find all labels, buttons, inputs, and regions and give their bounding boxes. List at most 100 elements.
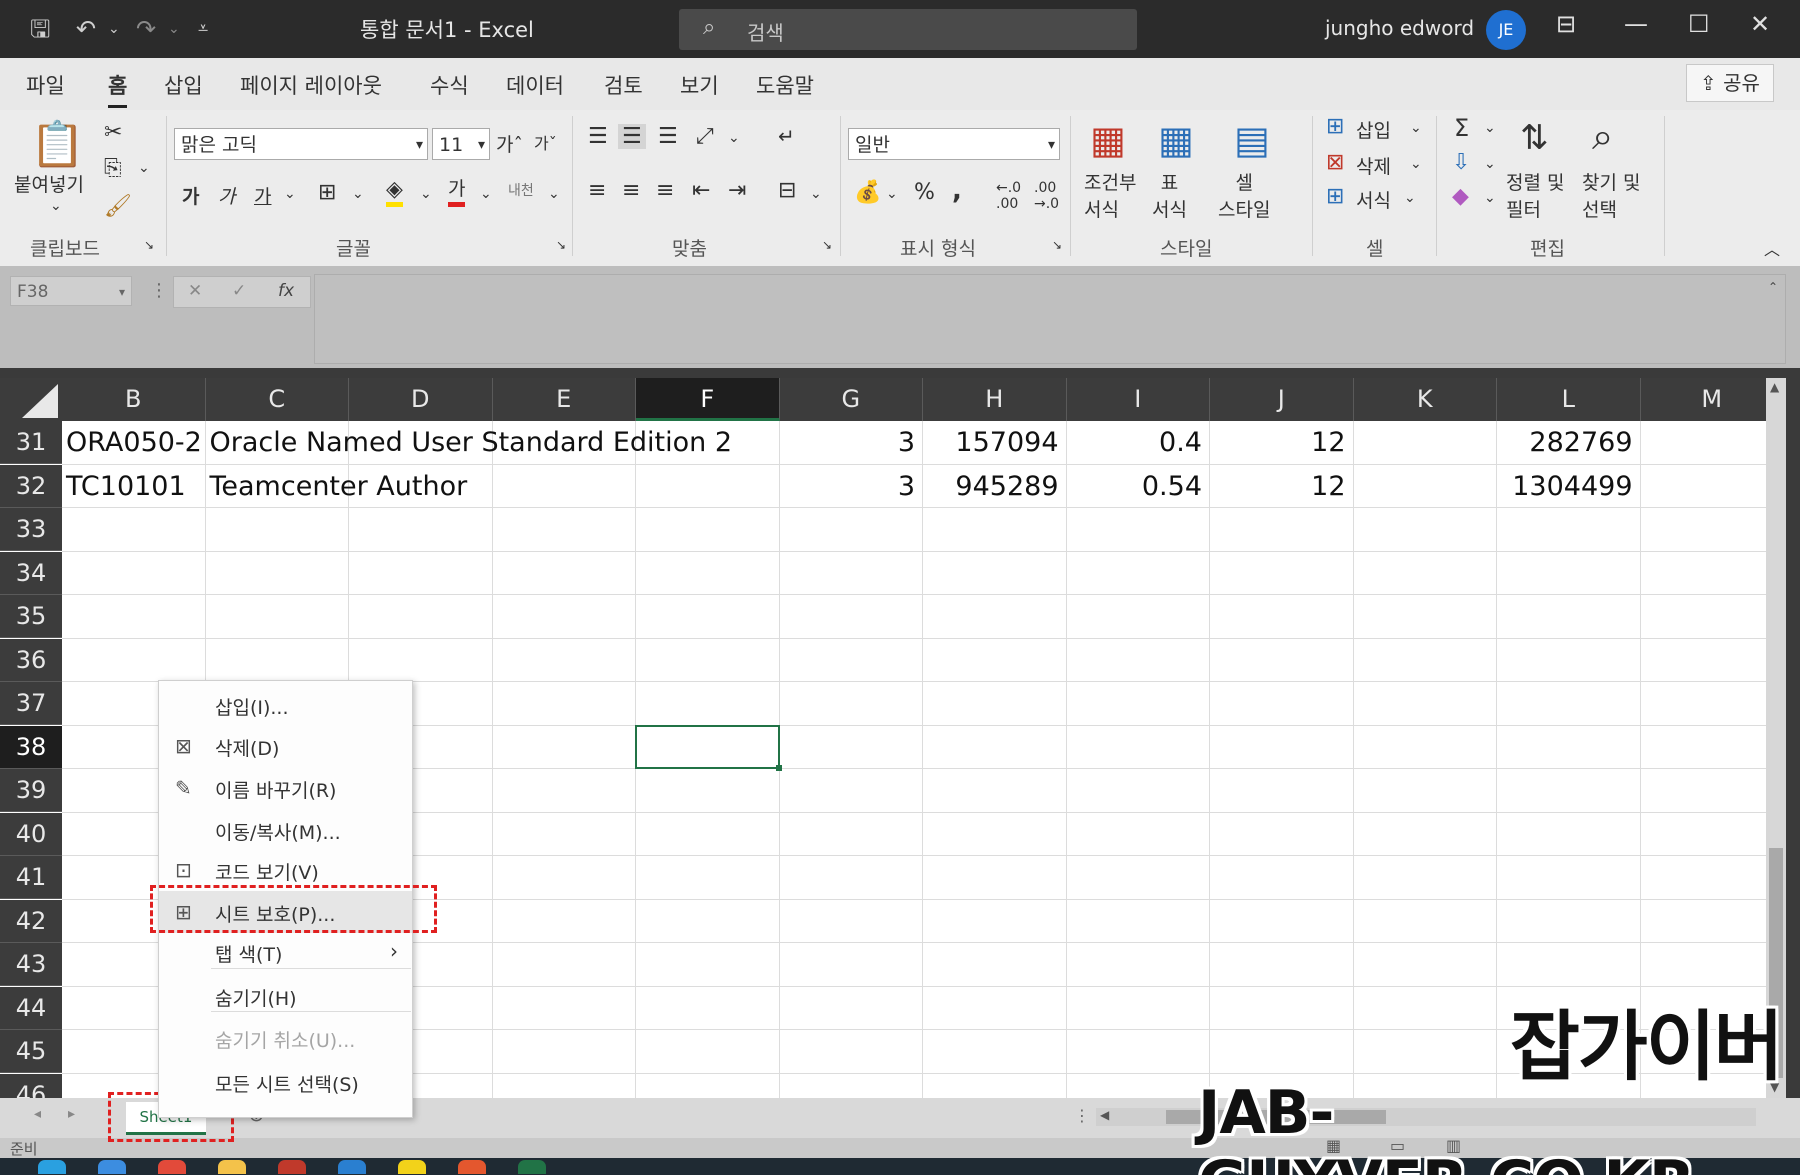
cell-l32[interactable]: 1304499	[1497, 465, 1632, 508]
cell-l31[interactable]: 282769	[1497, 421, 1632, 464]
column-header-i[interactable]: I	[1066, 378, 1210, 421]
context-menu-item[interactable]: 모든 시트 선택(S)	[159, 1061, 412, 1103]
font-color-button[interactable]: 가	[448, 176, 466, 207]
context-menu-item[interactable]: 삽입(I)...	[159, 684, 412, 726]
app-icon[interactable]	[458, 1160, 486, 1174]
font-size-select[interactable]: 11 ▾	[432, 128, 490, 160]
search-box[interactable]: ⌕ 검색	[679, 9, 1137, 50]
clear-icon[interactable]: ◆	[1452, 184, 1469, 209]
avatar[interactable]: JE	[1486, 10, 1526, 50]
copy-dropdown-icon[interactable]: ⌄	[138, 160, 150, 176]
accounting-dropdown-icon[interactable]: ⌄	[886, 186, 898, 202]
column-header-e[interactable]: E	[492, 378, 636, 421]
merge-center-icon[interactable]: ⊟	[778, 178, 796, 203]
increase-indent-icon[interactable]: ⇥	[728, 178, 746, 203]
align-middle-icon[interactable]: ☰	[618, 124, 646, 149]
clear-dropdown-icon[interactable]: ⌄	[1484, 190, 1496, 206]
edge-icon[interactable]	[38, 1160, 66, 1174]
cell-i31[interactable]: 0.4	[1067, 421, 1202, 464]
active-cell[interactable]	[635, 724, 782, 771]
column-header-c[interactable]: C	[205, 378, 349, 421]
format-painter-icon[interactable]: 🖌	[104, 194, 132, 219]
comma-style-icon[interactable]: ,	[952, 176, 962, 206]
column-header-g[interactable]: G	[779, 378, 923, 421]
copy-icon[interactable]: ⎘	[104, 156, 122, 181]
app-icon[interactable]	[338, 1160, 366, 1174]
bold-button[interactable]: 가	[182, 182, 199, 209]
fill-dropdown-icon[interactable]: ⌄	[1484, 156, 1496, 172]
cell-i32[interactable]: 0.54	[1067, 465, 1202, 508]
tab-page-layout[interactable]: 페이지 레이아웃	[240, 70, 382, 100]
row-header-40[interactable]: 40	[0, 812, 62, 856]
app-icon[interactable]	[278, 1160, 306, 1174]
row-header-39[interactable]: 39	[0, 769, 62, 812]
merge-dropdown-icon[interactable]: ⌄	[810, 186, 822, 202]
row-header-46[interactable]: 46	[0, 1073, 62, 1098]
tab-insert[interactable]: 삽입	[164, 70, 203, 100]
wrap-text-icon[interactable]: ↵	[778, 124, 795, 148]
fill-handle[interactable]	[775, 765, 782, 771]
row-header-41[interactable]: 41	[0, 856, 62, 899]
increase-decimal-icon[interactable]: ←.0.00	[996, 180, 1021, 212]
font-color-dropdown-icon[interactable]: ⌄	[480, 186, 492, 202]
tab-data[interactable]: 데이터	[506, 70, 564, 100]
tab-split-handle-icon[interactable]: ⋮	[1074, 1106, 1090, 1125]
column-header-m[interactable]: M	[1640, 378, 1766, 421]
cell-j32[interactable]: 12	[1210, 465, 1345, 508]
fill-color-icon[interactable]: ◈	[386, 178, 403, 207]
ribbon-display-options-icon[interactable]: ⊟	[1556, 10, 1576, 38]
tab-formulas[interactable]: 수식	[430, 70, 469, 100]
number-launcher-icon[interactable]: ↘	[1052, 238, 1062, 252]
row-header-32[interactable]: 32	[0, 464, 62, 508]
align-right-icon[interactable]: ≡	[656, 178, 674, 203]
chrome-icon[interactable]	[158, 1160, 186, 1174]
align-left-icon[interactable]: ≡	[588, 178, 606, 203]
column-header-h[interactable]: H	[923, 378, 1067, 421]
font-name-select[interactable]: 맑은 고딕 ▾	[174, 128, 428, 160]
redo-dropdown-icon[interactable]: ⌄	[168, 14, 180, 44]
name-box[interactable]: F38 ▾	[10, 276, 132, 306]
number-format-select[interactable]: 일반 ▾	[848, 128, 1060, 160]
formula-input[interactable]	[314, 274, 1786, 364]
cell-g31[interactable]: 3	[780, 421, 915, 464]
phonetic-guide-icon[interactable]: 내천	[508, 180, 534, 200]
cut-icon[interactable]: ✂	[104, 120, 122, 145]
enter-icon[interactable]: ✓	[232, 281, 246, 301]
italic-button[interactable]: 가	[218, 182, 235, 209]
autosum-dropdown-icon[interactable]: ⌄	[1484, 120, 1496, 136]
store-icon[interactable]	[98, 1160, 126, 1174]
redo-icon[interactable]: ↷	[136, 14, 156, 44]
undo-icon[interactable]: ↶	[76, 14, 96, 44]
accounting-format-icon[interactable]: 💰	[854, 180, 881, 205]
row-header-36[interactable]: 36	[0, 638, 62, 682]
row-header-31[interactable]: 31	[0, 421, 62, 464]
tab-review[interactable]: 검토	[604, 70, 643, 100]
row-header-45[interactable]: 45	[0, 1030, 62, 1073]
scroll-left-icon[interactable]: ◀	[1100, 1108, 1109, 1122]
row-header-34[interactable]: 34	[0, 551, 62, 595]
cell-h32[interactable]: 945289	[923, 465, 1058, 508]
decrease-decimal-icon[interactable]: .00 →.0	[1034, 180, 1059, 212]
close-icon[interactable]: ✕	[1750, 10, 1770, 38]
fill-color-dropdown-icon[interactable]: ⌄	[420, 186, 432, 202]
fill-icon[interactable]: ⇩	[1452, 150, 1470, 175]
row-header-44[interactable]: 44	[0, 986, 62, 1030]
cell-b32[interactable]: TC10101	[66, 465, 186, 508]
phonetic-dropdown-icon[interactable]: ⌄	[548, 186, 560, 202]
more-options-icon[interactable]: ⋮	[150, 280, 168, 301]
cell-c31[interactable]: Oracle Named User Standard Edition 2	[210, 421, 733, 464]
row-header-42[interactable]: 42	[0, 899, 62, 943]
excel-taskbar-icon[interactable]	[518, 1160, 546, 1174]
maximize-icon[interactable]: ☐	[1688, 10, 1710, 38]
context-menu-item[interactable]: ⊠ 삭제(D)	[159, 725, 412, 767]
column-header-k[interactable]: K	[1353, 378, 1497, 421]
row-header-35[interactable]: 35	[0, 595, 62, 638]
column-header-f[interactable]: F	[636, 378, 780, 421]
cancel-icon[interactable]: ✕	[188, 281, 202, 301]
user-name[interactable]: jungho edword	[1325, 16, 1474, 40]
scroll-tabs-left-icon[interactable]: ◂	[34, 1106, 41, 1122]
orientation-dropdown-icon[interactable]: ⌄	[728, 130, 740, 146]
expand-formula-bar-icon[interactable]: ⌃	[1768, 280, 1778, 294]
app-icon[interactable]	[398, 1160, 426, 1174]
cell-c32[interactable]: Teamcenter Author	[210, 465, 468, 508]
